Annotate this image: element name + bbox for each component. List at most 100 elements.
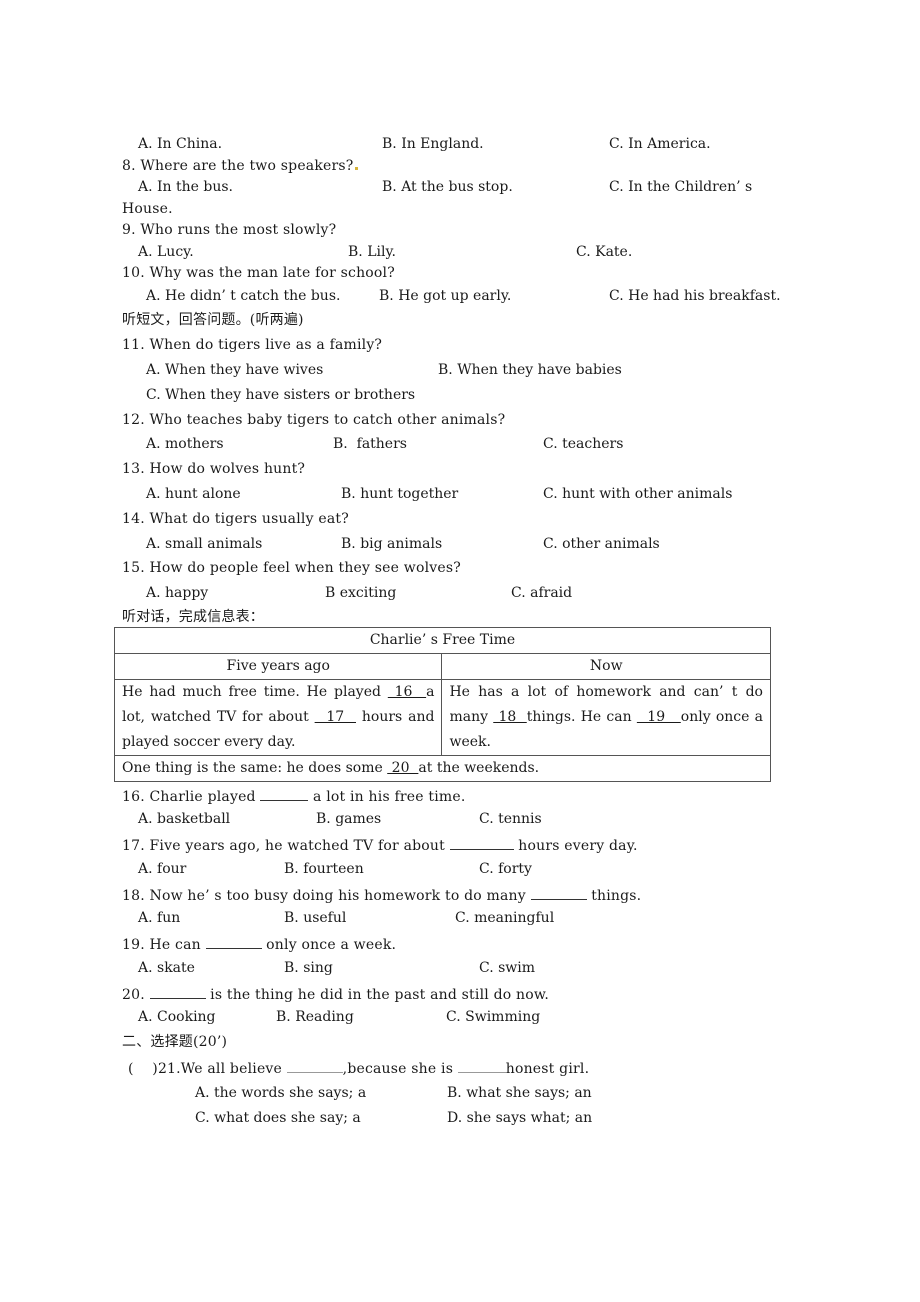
q8-option-b: B. At the bus stop. [382, 179, 513, 195]
q18-text-pre: 18. Now he’ s too busy doing his homewor… [122, 888, 531, 904]
q9-option-b: B. Lily. [348, 244, 396, 260]
q20-option-b: B. Reading [276, 1009, 354, 1025]
q21-text-mid: ,because she is [342, 1061, 458, 1077]
q17-answer-blank [449, 835, 514, 850]
q20-answer-blank [149, 984, 206, 999]
q17-question: 17. Five years ago, he watched TV for ab… [122, 835, 638, 855]
edit-mark-icon [354, 167, 358, 170]
q20-option-c: C. Swimming [446, 1009, 541, 1025]
q17-option-a: A. four [138, 861, 187, 877]
q19-question: 19. He can only once a week. [122, 934, 396, 954]
q15-option-b: B exciting [325, 585, 397, 601]
q16-answer-blank [260, 786, 309, 801]
q21-option-d: D. she says what; an [447, 1110, 593, 1126]
q11-question: 11. When do tigers live as a family? [122, 337, 383, 353]
q11-option-a: A. When they have wives [146, 362, 324, 378]
info-table-header-past: Five years ago [113, 653, 443, 680]
q21-text-pre: 21.We all believe [157, 1061, 287, 1077]
q19-answer-blank [205, 934, 262, 949]
info-table-title-row: Charlie’ s Free Time [114, 627, 771, 654]
q9-question: 9. Who runs the most slowly? [122, 222, 337, 238]
q21-answer-bracket: ( ) [128, 1061, 158, 1077]
info-table-header-now: Now [441, 653, 771, 680]
q19-option-c: C. swim [479, 960, 536, 976]
q15-option-a: A. happy [146, 585, 209, 601]
q17-option-c: C. forty [479, 861, 532, 877]
q20-option-a: A. Cooking [138, 1009, 216, 1025]
q21-option-a: A. the words she says; a [195, 1085, 367, 1101]
q14-option-c: C. other animals [543, 536, 660, 552]
q14-question: 14. What do tigers usually eat? [122, 511, 349, 527]
q10-option-c: C. He had his breakfast. [609, 288, 781, 304]
info-table-header-row: Five years ago Now [113, 653, 771, 680]
section-heading-passage: 听短文，回答问题。(听两遍) [122, 312, 304, 328]
q14-option-a: A. small animals [146, 536, 263, 552]
q18-question: 18. Now he’ s too busy doing his homewor… [122, 885, 641, 905]
q7-option-a: A. In China. [138, 136, 223, 152]
q9-option-a: A. Lucy. [138, 244, 194, 260]
q11-option-c: C. When they have sisters or brothers [146, 387, 416, 403]
q10-question: 10. Why was the man late for school? [122, 265, 395, 281]
q19-option-a: A. skate [138, 960, 195, 976]
q13-option-b: B. hunt together [341, 486, 459, 502]
q8-question-text: 8. Where are the two speakers? [122, 158, 354, 174]
q12-option-a: A. mothers [146, 436, 224, 452]
blank-20: 20 [387, 760, 419, 776]
q18-option-a: A. fun [138, 910, 181, 926]
q16-text-pre: 16. Charlie played [122, 789, 261, 805]
blank-17: 17 [314, 709, 356, 725]
q8-option-a: A. In the bus. [138, 179, 233, 195]
q11-option-b: B. When they have babies [438, 362, 622, 378]
q12-option-b: B. fathers [333, 436, 407, 452]
info-table-content-row: He had much free time. He played 16 a lo… [113, 679, 771, 756]
q18-answer-blank [530, 885, 587, 900]
q8-option-c-continued: House. [122, 201, 173, 217]
info-table-title: Charlie’ s Free Time [114, 627, 771, 654]
blank-19: 19 [636, 709, 681, 725]
q20-text-post: is the thing he did in the past and stil… [205, 987, 550, 1003]
q15-question: 15. How do people feel when they see wol… [122, 560, 461, 576]
q16-text-post: a lot in his free time. [308, 789, 466, 805]
exam-page: A. In China. B. In England. C. In Americ… [0, 0, 920, 1302]
past-text-1: He had much free time. He played [122, 684, 388, 700]
q14-option-b: B. big animals [341, 536, 443, 552]
q12-option-c: C. teachers [543, 436, 624, 452]
q21-answer-blank-2 [457, 1058, 506, 1073]
same-text-1: One thing is the same: he does some [122, 760, 388, 776]
info-table-cell-same: One thing is the same: he does some 20 a… [114, 755, 771, 782]
q20-question: 20. is the thing he did in the past and … [122, 984, 549, 1004]
q10-option-a: A. He didn’ t catch the bus. [146, 288, 341, 304]
q18-option-b: B. useful [284, 910, 347, 926]
q13-question: 13. How do wolves hunt? [122, 461, 306, 477]
q19-option-b: B. sing [284, 960, 333, 976]
q7-option-c: C. In America. [609, 136, 711, 152]
q17-text-post: hours every day. [513, 838, 638, 854]
q12-question: 12. Who teaches baby tigers to catch oth… [122, 412, 506, 428]
q21-text-post: honest girl. [505, 1061, 590, 1077]
q19-text-pre: 19. He can [122, 937, 206, 953]
q13-option-a: A. hunt alone [146, 486, 241, 502]
blank-16: 16 [387, 684, 427, 700]
q17-text-pre: 17. Five years ago, he watched TV for ab… [122, 838, 450, 854]
info-table-cell-now: He has a lot of homework and can’ t do m… [441, 679, 771, 756]
now-text-2: things. He can [526, 709, 637, 725]
info-table: Charlie’ s Free Time Five years ago Now … [113, 627, 771, 782]
section-heading-choice: 二、选择题(20’) [122, 1034, 228, 1050]
q21-option-b: B. what she says; an [447, 1085, 592, 1101]
q19-text-post: only once a week. [261, 937, 397, 953]
q18-text-post: things. [586, 888, 642, 904]
q15-option-c: C. afraid [511, 585, 573, 601]
q16-option-b: B. games [316, 811, 382, 827]
info-table-same-row: One thing is the same: he does some 20 a… [114, 755, 771, 782]
q8-option-c: C. In the Children’ s [609, 179, 753, 195]
q10-option-b: B. He got up early. [379, 288, 512, 304]
q21-option-c: C. what does she say; a [195, 1110, 361, 1126]
q16-option-c: C. tennis [479, 811, 542, 827]
section-heading-dialogue: 听对话，完成信息表： [122, 609, 264, 625]
info-table-cell-past: He had much free time. He played 16 a lo… [113, 679, 443, 756]
q7-option-b: B. In England. [382, 136, 484, 152]
q18-option-c: C. meaningful [455, 910, 555, 926]
blank-18: 18 [493, 709, 527, 725]
q20-text-pre: 20. [122, 987, 150, 1003]
q9-option-c: C. Kate. [576, 244, 633, 260]
